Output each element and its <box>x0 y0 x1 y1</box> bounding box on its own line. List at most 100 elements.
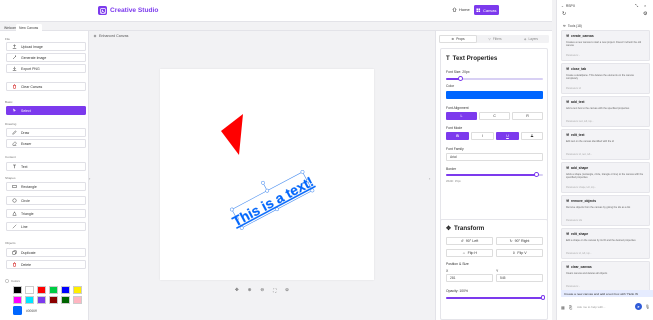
tool-card[interactable]: ⚒ edit_text Edit text on the canvas identi… <box>561 129 650 160</box>
clear-canvas-button[interactable]: Clear Canvas <box>6 82 86 91</box>
line-tool-button[interactable]: Line <box>6 222 86 231</box>
export-png-button[interactable]: Export PNG <box>6 64 86 73</box>
text-color-picker[interactable] <box>446 91 543 99</box>
fit-screen-icon[interactable]: ⛶ <box>273 288 276 293</box>
tool-card[interactable]: ⚒ clear_canvas Clears canvas and deletes a… <box>561 261 650 292</box>
upload-image-button[interactable]: Upload Image <box>6 42 86 51</box>
x-input[interactable]: 281 <box>446 274 493 282</box>
font-size-knob[interactable] <box>458 76 463 82</box>
opacity-knob[interactable] <box>540 295 546 301</box>
align-left-button[interactable]: L <box>446 112 477 120</box>
tab-new-canvas[interactable]: New Canvas <box>16 24 42 31</box>
home-link[interactable]: Home <box>452 7 470 12</box>
chevron-down-icon[interactable]: ⌄ <box>561 4 564 8</box>
flip-v-button[interactable]: ⇕ Flip V <box>496 249 543 257</box>
select-tool-button[interactable]: Select <box>6 106 86 115</box>
current-color-preview[interactable] <box>13 306 22 315</box>
tool-name: ⚒ create_canvas <box>566 34 594 38</box>
objects-section-label: Objects <box>5 241 16 245</box>
wrench-icon: ⚒ <box>566 265 569 269</box>
attach-icon[interactable]: ⎘ <box>569 305 572 310</box>
color-swatch[interactable] <box>13 286 22 294</box>
prompt-suggestion[interactable]: Create a new canvas and add a text box w… <box>561 290 653 297</box>
border-knob[interactable] <box>533 172 539 178</box>
color-swatch[interactable] <box>61 286 70 294</box>
flip-h-button[interactable]: ⇔ Flip H <box>446 249 493 257</box>
drawing-board[interactable]: This is a text! <box>160 69 374 280</box>
canvas-nav-button[interactable]: Canvas <box>474 5 499 15</box>
color-swatch[interactable] <box>73 296 82 304</box>
color-swatch[interactable] <box>37 286 46 294</box>
rectangle-tool-button[interactable]: Rectangle <box>6 182 86 191</box>
color-swatch[interactable] <box>61 296 70 304</box>
duplicate-button[interactable]: Duplicate <box>6 248 86 257</box>
border-width-text: Width: 15px <box>446 179 461 183</box>
microphone-icon[interactable]: 🎙 <box>645 304 650 309</box>
text-tool-button[interactable]: Text <box>6 162 86 171</box>
color-swatch[interactable] <box>37 296 46 304</box>
home-icon <box>452 7 457 12</box>
tab-filters[interactable]: ▽ Filters <box>477 35 513 43</box>
generate-image-button[interactable]: Generate Image <box>6 53 86 62</box>
reset-view-icon[interactable]: ⊚ <box>285 287 289 293</box>
italic-button[interactable]: I <box>471 132 494 140</box>
wrench-icon: ⚒ <box>566 166 569 170</box>
move-icon[interactable]: ✥ <box>235 287 239 293</box>
pencil-icon <box>11 130 17 135</box>
color-swatch[interactable] <box>13 296 22 304</box>
strike-button[interactable]: S <box>521 132 543 140</box>
underline-button[interactable]: U <box>496 132 519 140</box>
rotate-left-button[interactable]: ↺ 90° Left <box>446 237 493 245</box>
align-center-button[interactable]: C <box>479 112 510 120</box>
align-right-button[interactable]: R <box>512 112 543 120</box>
eraser-tool-button[interactable]: Eraser <box>6 139 86 148</box>
tool-name: ⚒ edit_text <box>566 133 585 137</box>
grid-menu-icon[interactable]: ▦ <box>561 305 565 310</box>
red-triangle-shape[interactable] <box>221 114 243 155</box>
send-button[interactable]: ➤ <box>635 303 642 310</box>
tab-layers[interactable]: ◈ Layers <box>513 35 549 43</box>
tool-card[interactable]: ⚒ add_text Add a text box to the canvas wi… <box>561 96 650 127</box>
tool-card[interactable]: ⚒ add_shape Adds a shape (rectangle, circl… <box>561 162 650 193</box>
tool-description: Adds a shape (rectangle, circle, triangl… <box>566 173 644 180</box>
zoom-in-icon[interactable]: ⊕ <box>248 287 252 293</box>
circle-tool-button[interactable]: Circle <box>6 196 86 205</box>
delete-button[interactable]: Delete <box>6 260 86 269</box>
font-size-slider[interactable] <box>446 76 543 82</box>
font-family-select[interactable]: Arial <box>446 153 543 161</box>
strike-label: S <box>530 134 534 138</box>
rotate-right-button[interactable]: ↻ 90° Right <box>496 237 543 245</box>
chat-input[interactable]: Ask me to help with... <box>577 305 625 309</box>
color-swatch[interactable] <box>25 296 34 304</box>
color-swatch[interactable] <box>73 286 82 294</box>
tool-card[interactable]: ⚒ create_canvas Creates a new canvas to st… <box>561 30 650 61</box>
collapse-right-icon[interactable]: ‹ <box>429 176 430 181</box>
zoom-out-icon[interactable]: ⊖ <box>260 287 264 293</box>
draw-tool-button[interactable]: Draw <box>6 128 86 137</box>
tool-name: ⚒ add_text <box>566 100 585 104</box>
tool-name-text: add_shape <box>570 166 589 170</box>
expand-icon[interactable]: ⤡ <box>635 3 638 8</box>
selected-text-object[interactable]: This is a text! <box>223 160 318 231</box>
border-slider[interactable] <box>446 172 543 178</box>
tab-props[interactable]: ⚙ Props <box>439 35 477 43</box>
tool-card[interactable]: ⚒ close_tab Create a detailpane. This dele… <box>561 63 650 94</box>
gear-icon[interactable]: ⚙ <box>643 11 647 17</box>
tab-props-label: Props <box>456 37 465 41</box>
opacity-slider[interactable] <box>446 295 546 301</box>
text-icon <box>11 164 17 169</box>
triangle-tool-button[interactable]: Triangle <box>6 209 86 218</box>
refresh-icon[interactable]: ↻ <box>562 11 566 17</box>
color-swatch[interactable] <box>49 286 58 294</box>
close-icon[interactable]: × <box>644 3 646 8</box>
color-swatch[interactable] <box>49 296 58 304</box>
color-swatch[interactable] <box>25 286 34 294</box>
tool-card[interactable]: ⚒ remove_objects Remove objects from the c… <box>561 195 650 226</box>
y-input[interactable]: 545 <box>496 274 543 282</box>
tool-card[interactable]: ⚒ edit_shape Edit a shape on the canvas by… <box>561 228 650 259</box>
transform-card: ✥ Transform ↺ 90° Left ↻ 90° Right ⇔ Flip H… <box>440 219 548 320</box>
line-icon <box>11 224 17 229</box>
clear-canvas-label: Clear Canvas <box>21 84 43 89</box>
collapse-left-icon[interactable]: › <box>89 176 90 181</box>
bold-button[interactable]: B <box>446 132 469 140</box>
